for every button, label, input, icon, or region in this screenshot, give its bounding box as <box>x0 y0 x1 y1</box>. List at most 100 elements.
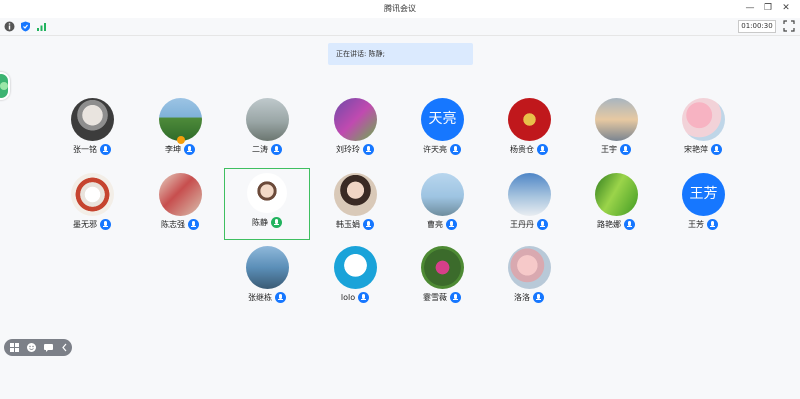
microphone-icon <box>707 219 718 230</box>
participant-tile[interactable]: 李坤 <box>137 98 223 170</box>
restore-icon[interactable]: ❐ <box>762 2 774 14</box>
avatar <box>71 173 114 216</box>
window-title: 腾讯会议 <box>384 4 416 13</box>
participant-tile[interactable]: 刘玲玲 <box>312 98 398 170</box>
microphone-icon <box>711 144 722 155</box>
microphone-icon <box>450 144 461 155</box>
participant-tile[interactable]: 曹亮 <box>399 173 485 245</box>
avatar <box>508 246 551 289</box>
chat-icon[interactable] <box>43 342 54 353</box>
participant-name: 墨无邪 <box>73 220 97 229</box>
participant-name: 二涛 <box>252 145 268 154</box>
participant-name: 韩玉娟 <box>336 220 360 229</box>
participant-tile[interactable]: 洛洛 <box>486 246 572 318</box>
title-bar: 腾讯会议 — ❐ ✕ <box>0 0 800 18</box>
microphone-icon <box>271 144 282 155</box>
avatar <box>595 98 638 141</box>
participant-tile-active[interactable]: 陈静 <box>224 168 310 240</box>
microphone-icon <box>537 219 548 230</box>
info-icon[interactable] <box>4 21 15 32</box>
participant-name: 陈静 <box>252 218 268 227</box>
participant-name: 霎雪薇 <box>423 293 447 302</box>
view-controls-bar <box>4 339 72 356</box>
meeting-info-bar: 01:00:30 <box>0 18 800 36</box>
participant-tile[interactable]: 霎雪薇 <box>399 246 485 318</box>
microphone-icon <box>537 144 548 155</box>
participant-name: 许天亮 <box>423 145 447 154</box>
participant-tile[interactable]: 陈志强 <box>137 173 223 245</box>
minimize-icon[interactable]: — <box>744 2 756 14</box>
microphone-icon <box>100 219 111 230</box>
avatar <box>595 173 638 216</box>
fullscreen-icon[interactable] <box>783 20 795 32</box>
microphone-icon <box>363 219 374 230</box>
avatar <box>246 246 289 289</box>
avatar <box>246 98 289 141</box>
participant-name: 路艳娜 <box>597 220 621 229</box>
avatar: 王芳 <box>682 173 725 216</box>
participant-tile[interactable]: 王芳 王芳 <box>660 173 746 245</box>
participant-tile[interactable]: lolo <box>312 246 398 318</box>
participant-name: 王丹丹 <box>510 220 534 229</box>
participant-tile[interactable]: 王丹丹 <box>486 173 572 245</box>
avatar <box>247 173 287 213</box>
participant-tile[interactable]: 韩玉娟 <box>312 173 398 245</box>
microphone-icon <box>275 292 286 303</box>
avatar <box>421 246 464 289</box>
avatar-initials: 王芳 <box>682 173 725 216</box>
avatar <box>421 173 464 216</box>
participant-name: 王芳 <box>688 220 704 229</box>
avatar <box>682 98 725 141</box>
microphone-icon <box>188 219 199 230</box>
avatar <box>159 98 202 141</box>
avatar: 天亮 <box>421 98 464 141</box>
participant-tile[interactable]: 王宇 <box>573 98 659 170</box>
participant-name: 曹亮 <box>427 220 443 229</box>
participant-name: 张一铭 <box>73 145 97 154</box>
participant-name: 王宇 <box>601 145 617 154</box>
speaking-label: 正在讲话: <box>336 50 367 58</box>
microphone-icon <box>533 292 544 303</box>
avatar <box>159 173 202 216</box>
microphone-icon <box>624 219 635 230</box>
participant-tile[interactable]: 杨贵仓 <box>486 98 572 170</box>
microphone-icon <box>271 217 282 228</box>
speaking-indicator: 正在讲话: 陈静; <box>328 43 473 65</box>
participant-name: 刘玲玲 <box>336 145 360 154</box>
participant-tile[interactable]: 路艳娜 <box>573 173 659 245</box>
close-icon[interactable]: ✕ <box>780 2 792 14</box>
hand-raise-icon <box>177 136 185 144</box>
side-float-button[interactable] <box>0 72 10 100</box>
microphone-icon <box>450 292 461 303</box>
participant-tile[interactable]: 宋艳萍 <box>660 98 746 170</box>
avatar <box>334 98 377 141</box>
meeting-timer: 01:00:30 <box>738 20 776 33</box>
participant-name: lolo <box>340 293 356 302</box>
speaking-name: 陈静; <box>368 50 385 58</box>
participant-name: 杨贵仓 <box>510 145 534 154</box>
collapse-icon[interactable] <box>59 342 70 353</box>
participant-tile[interactable]: 张一铭 <box>49 98 135 170</box>
avatar <box>508 98 551 141</box>
participant-tile[interactable]: 张继栋 <box>224 246 310 318</box>
avatar <box>508 173 551 216</box>
microphone-icon <box>184 144 195 155</box>
avatar <box>71 98 114 141</box>
participant-tile[interactable]: 天亮 许天亮 <box>399 98 485 170</box>
participant-name: 洛洛 <box>514 293 530 302</box>
grid-layout-icon[interactable] <box>9 342 20 353</box>
microphone-icon <box>620 144 631 155</box>
signal-icon[interactable] <box>36 21 47 32</box>
participant-name: 宋艳萍 <box>684 145 708 154</box>
participant-name: 李坤 <box>165 145 181 154</box>
avatar <box>334 246 377 289</box>
participant-tile[interactable]: 二涛 <box>224 98 310 170</box>
participant-tile[interactable]: 墨无邪 <box>49 173 135 245</box>
participant-name: 陈志强 <box>161 220 185 229</box>
avatar <box>334 173 377 216</box>
emoji-icon[interactable] <box>26 342 37 353</box>
microphone-icon <box>363 144 374 155</box>
shield-icon[interactable] <box>20 21 31 32</box>
participant-name: 张继栋 <box>248 293 272 302</box>
avatar-initials: 天亮 <box>421 98 464 141</box>
